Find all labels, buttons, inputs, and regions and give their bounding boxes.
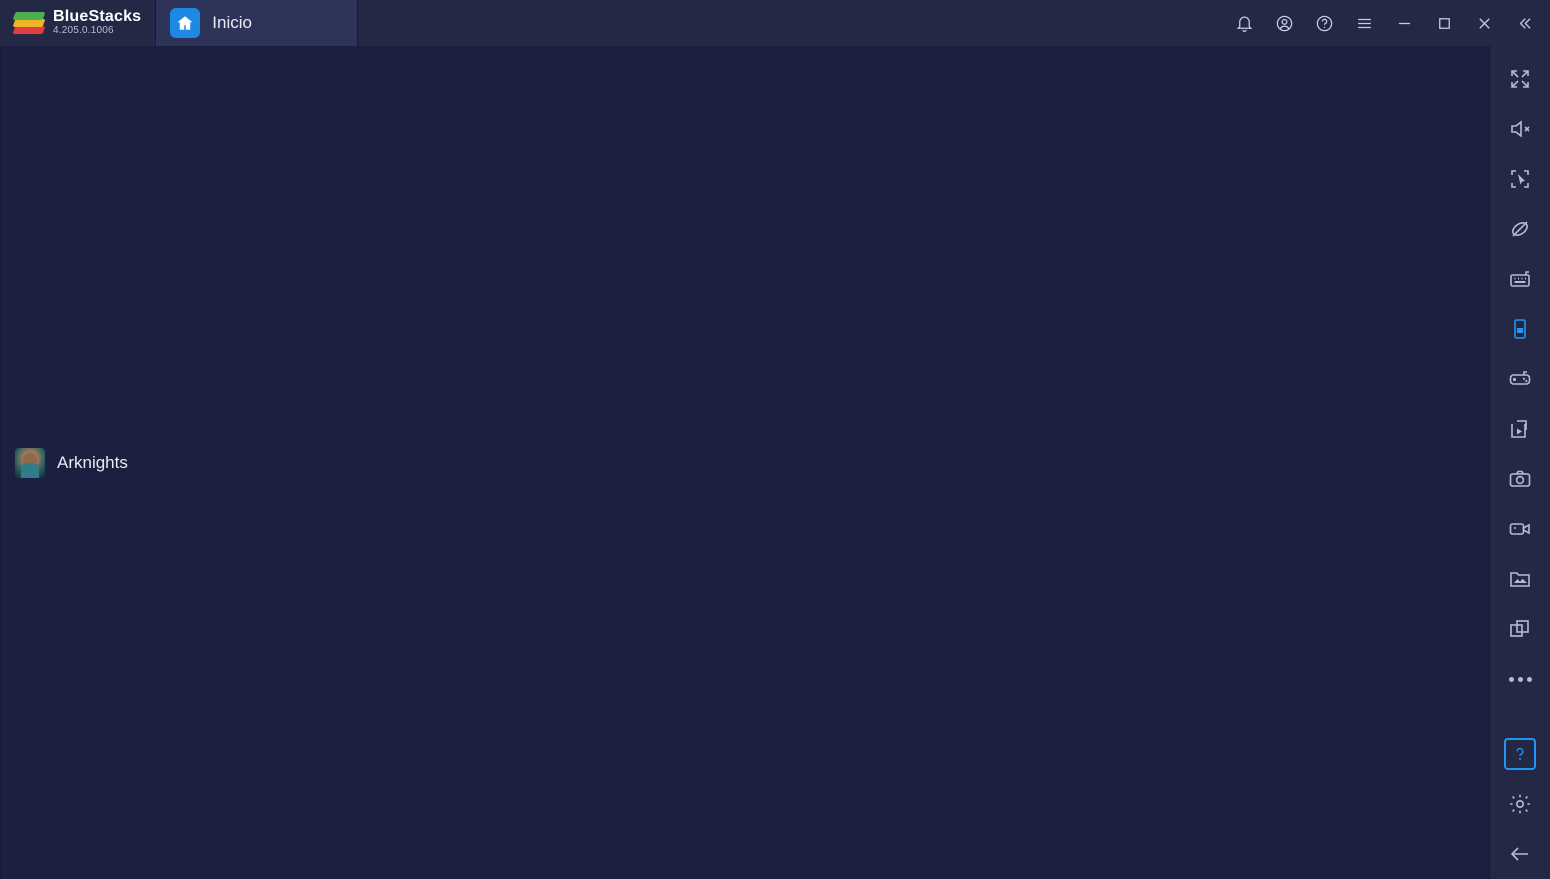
keyboard-icon[interactable] xyxy=(1498,254,1542,304)
minimize-icon[interactable] xyxy=(1384,0,1424,46)
more-dots xyxy=(1508,676,1532,682)
bluestacks-logo-icon xyxy=(12,11,46,35)
tab-arknights[interactable]: Arknights xyxy=(0,46,1490,879)
emulator-sidebar xyxy=(1490,46,1550,879)
fullscreen-icon[interactable] xyxy=(1498,54,1542,104)
collapse-icon[interactable] xyxy=(1504,0,1544,46)
rotate-disabled-icon[interactable] xyxy=(1498,204,1542,254)
titlebar-spacer xyxy=(358,0,1224,46)
back-icon[interactable] xyxy=(1498,829,1542,879)
close-icon[interactable] xyxy=(1464,0,1504,46)
gamepad-icon[interactable] xyxy=(1498,354,1542,404)
more-icon[interactable] xyxy=(1498,654,1542,704)
brand-version: 4.205.0.1006 xyxy=(53,25,114,37)
cursor-target-icon[interactable] xyxy=(1498,154,1542,204)
titlebar-system-buttons xyxy=(1224,0,1550,46)
bluestacks-logo: BlueStacks 4.205.0.1006 xyxy=(0,0,155,46)
brand-name: BlueStacks xyxy=(53,8,142,26)
menu-icon[interactable] xyxy=(1344,0,1384,46)
tab-inicio[interactable]: Inicio xyxy=(155,0,359,46)
tab-inicio-label: Inicio xyxy=(212,13,252,32)
bluestacks-titlebar: BlueStacks 4.205.0.1006 Inicio Arknights xyxy=(0,0,1550,879)
screenshot-icon[interactable] xyxy=(1498,454,1542,504)
macro-icon[interactable] xyxy=(1498,404,1542,454)
app-root: BlueStacks 4.205.0.1006 Inicio Arknights xyxy=(0,0,1550,879)
help-icon[interactable] xyxy=(1504,738,1536,770)
record-video-icon[interactable] xyxy=(1498,504,1542,554)
maximize-icon[interactable] xyxy=(1424,0,1464,46)
game-avatar-icon xyxy=(15,447,45,478)
device-icon[interactable] xyxy=(1498,304,1542,354)
mute-icon[interactable] xyxy=(1498,104,1542,154)
notifications-icon[interactable] xyxy=(1224,0,1264,46)
help-icon[interactable] xyxy=(1304,0,1344,46)
settings-icon[interactable] xyxy=(1498,779,1542,829)
tab-arknights-label: Arknights xyxy=(57,452,128,472)
account-icon[interactable] xyxy=(1264,0,1304,46)
home-icon xyxy=(170,8,201,38)
media-manager-icon[interactable] xyxy=(1498,554,1542,604)
multi-instance-icon[interactable] xyxy=(1498,604,1542,654)
